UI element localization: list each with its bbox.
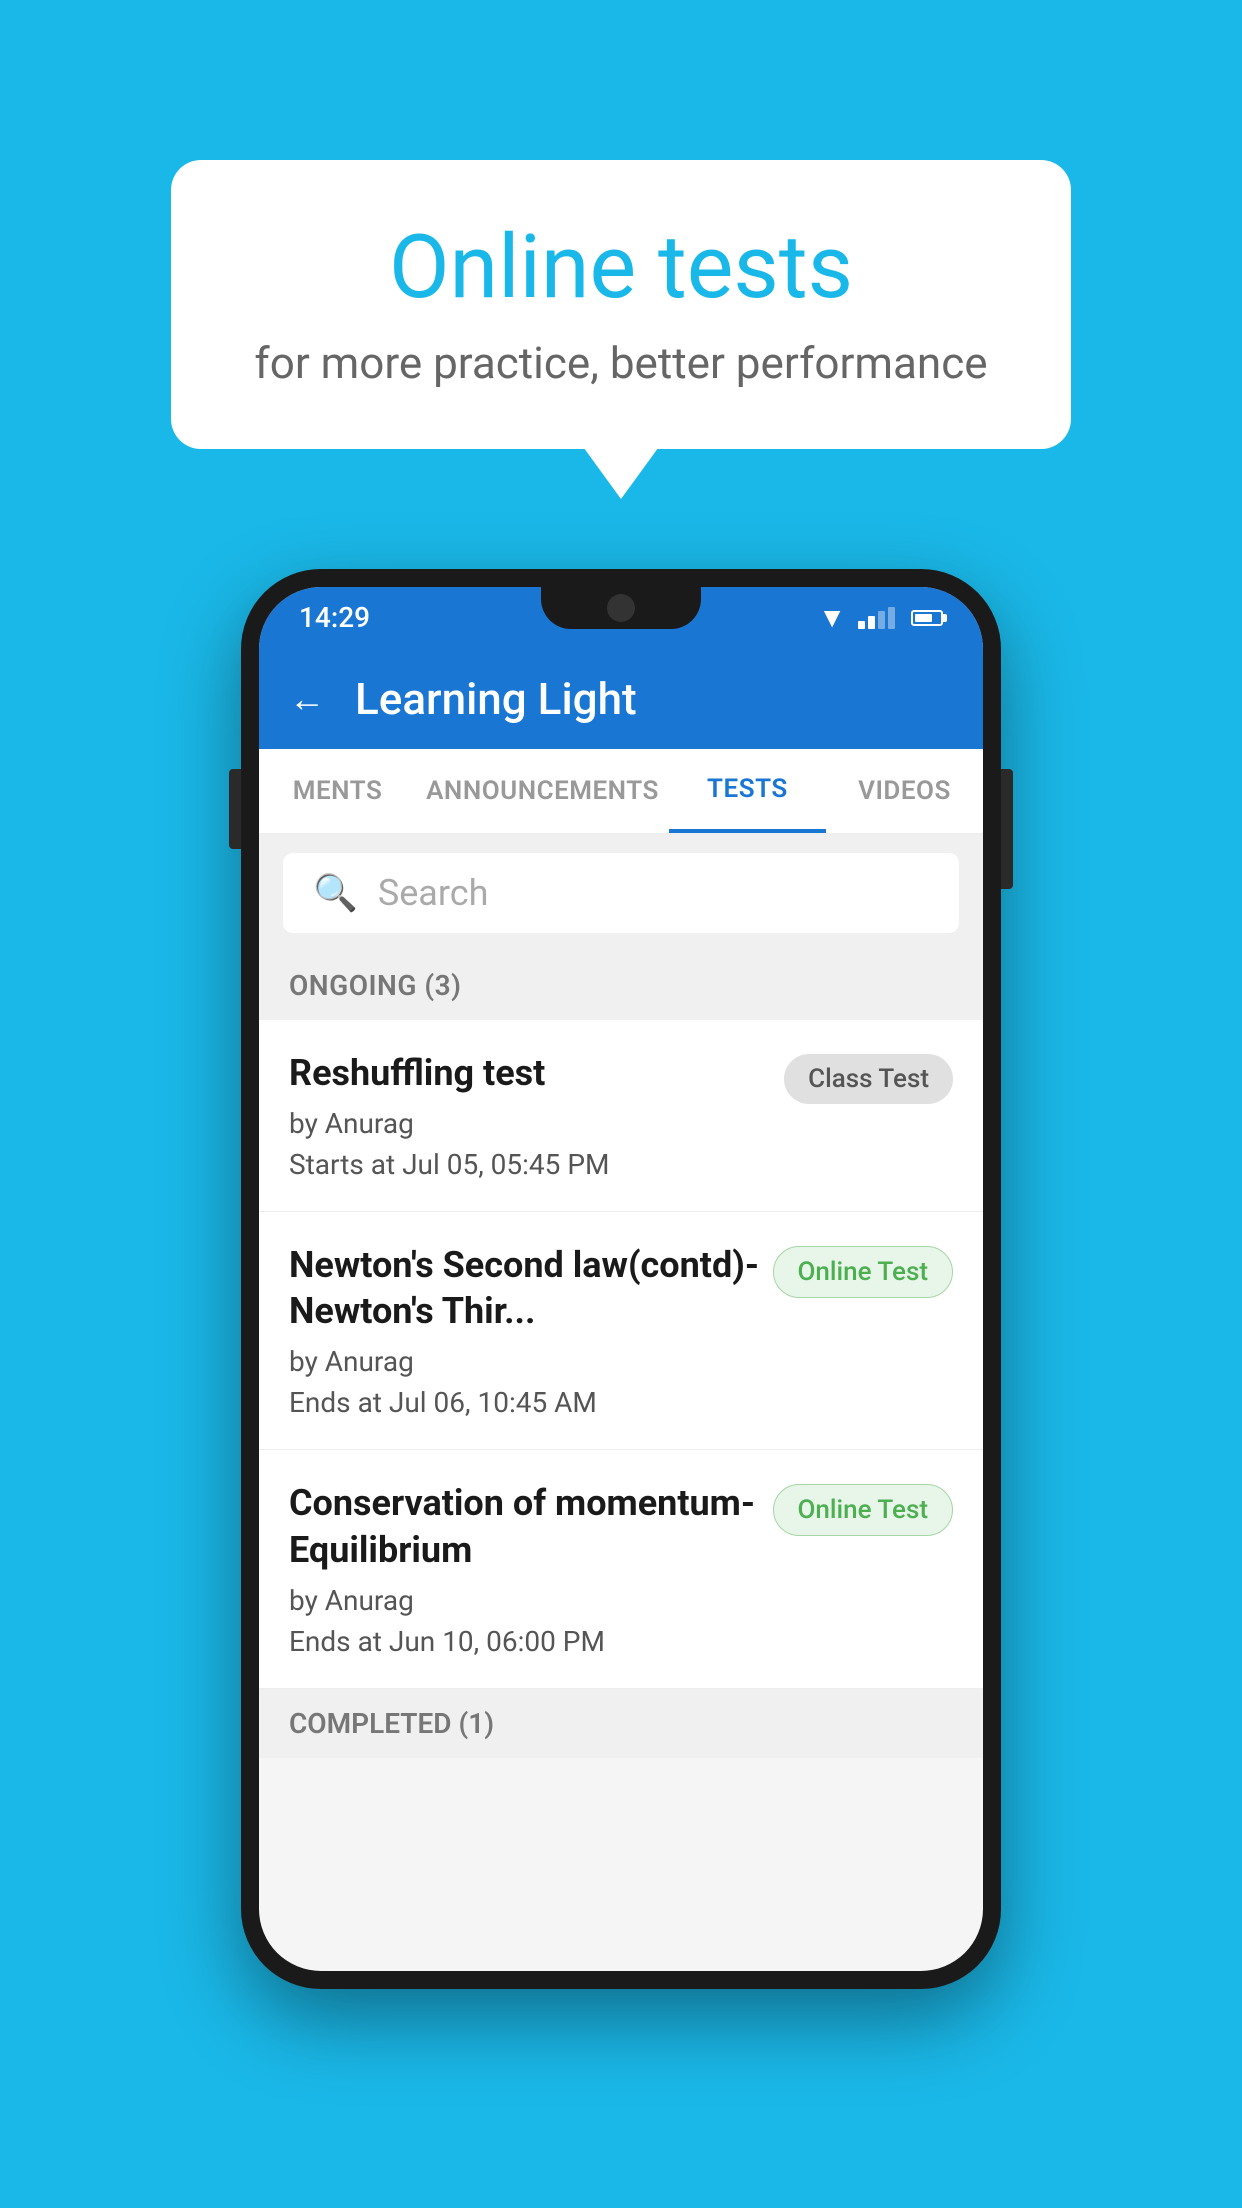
signal-icon xyxy=(858,607,895,629)
test-badge-1: Class Test xyxy=(784,1054,953,1104)
wifi-icon: ▼ xyxy=(818,601,846,634)
test-item-2[interactable]: Newton's Second law(contd)-Newton's Thir… xyxy=(259,1212,983,1451)
tab-videos[interactable]: VIDEOS xyxy=(826,749,983,833)
back-button[interactable]: ← xyxy=(289,678,325,720)
bubble-subtitle: for more practice, better performance xyxy=(251,337,991,389)
test-name-2: Newton's Second law(contd)-Newton's Thir… xyxy=(289,1242,773,1336)
test-author-2: by Anurag xyxy=(289,1345,773,1378)
completed-section-title: COMPLETED (1) xyxy=(289,1707,494,1740)
status-icons: ▼ xyxy=(818,601,943,634)
bubble-title: Online tests xyxy=(251,220,991,317)
test-date-2: Ends at Jul 06, 10:45 AM xyxy=(289,1386,773,1419)
speech-bubble: Online tests for more practice, better p… xyxy=(171,160,1071,449)
completed-section-header: COMPLETED (1) xyxy=(259,1689,983,1758)
hero-section: Online tests for more practice, better p… xyxy=(0,0,1242,449)
test-author-3: by Anurag xyxy=(289,1584,773,1617)
test-name-1: Reshuffling test xyxy=(289,1050,784,1097)
test-date-1: Starts at Jul 05, 05:45 PM xyxy=(289,1148,784,1181)
test-badge-2: Online Test xyxy=(773,1246,954,1298)
ongoing-section-header: ONGOING (3) xyxy=(259,951,983,1020)
phone-notch xyxy=(541,587,701,629)
tab-tests[interactable]: TESTS xyxy=(669,749,826,833)
app-title: Learning Light xyxy=(355,673,637,725)
test-author-1: by Anurag xyxy=(289,1107,784,1140)
status-time: 14:29 xyxy=(299,601,370,634)
tab-announcements[interactable]: ANNOUNCEMENTS xyxy=(416,749,669,833)
test-info-2: Newton's Second law(contd)-Newton's Thir… xyxy=(289,1242,773,1420)
battery-icon xyxy=(911,610,943,626)
test-date-3: Ends at Jun 10, 06:00 PM xyxy=(289,1625,773,1658)
phone-camera xyxy=(607,594,635,622)
tabs-bar: MENTS ANNOUNCEMENTS TESTS VIDEOS xyxy=(259,749,983,835)
test-name-3: Conservation of momentum-Equilibrium xyxy=(289,1480,773,1574)
test-item-1[interactable]: Reshuffling test by Anurag Starts at Jul… xyxy=(259,1020,983,1212)
ongoing-section-title: ONGOING (3) xyxy=(289,969,461,1002)
test-item-3[interactable]: Conservation of momentum-Equilibrium by … xyxy=(259,1450,983,1689)
search-container: 🔍 Search xyxy=(259,835,983,951)
tab-ments[interactable]: MENTS xyxy=(259,749,416,833)
phone-screen: 14:29 ▼ ← Learning Light xyxy=(259,587,983,1971)
test-info-3: Conservation of momentum-Equilibrium by … xyxy=(289,1480,773,1658)
phone-outer: 14:29 ▼ ← Learning Light xyxy=(241,569,1001,1989)
test-list: Reshuffling test by Anurag Starts at Jul… xyxy=(259,1020,983,1689)
search-input-placeholder[interactable]: Search xyxy=(378,872,489,914)
app-header: ← Learning Light xyxy=(259,649,983,749)
phone-wrapper: 14:29 ▼ ← Learning Light xyxy=(0,569,1242,1989)
test-info-1: Reshuffling test by Anurag Starts at Jul… xyxy=(289,1050,784,1181)
test-badge-3: Online Test xyxy=(773,1484,954,1536)
search-box[interactable]: 🔍 Search xyxy=(283,853,959,933)
search-icon: 🔍 xyxy=(313,872,358,914)
